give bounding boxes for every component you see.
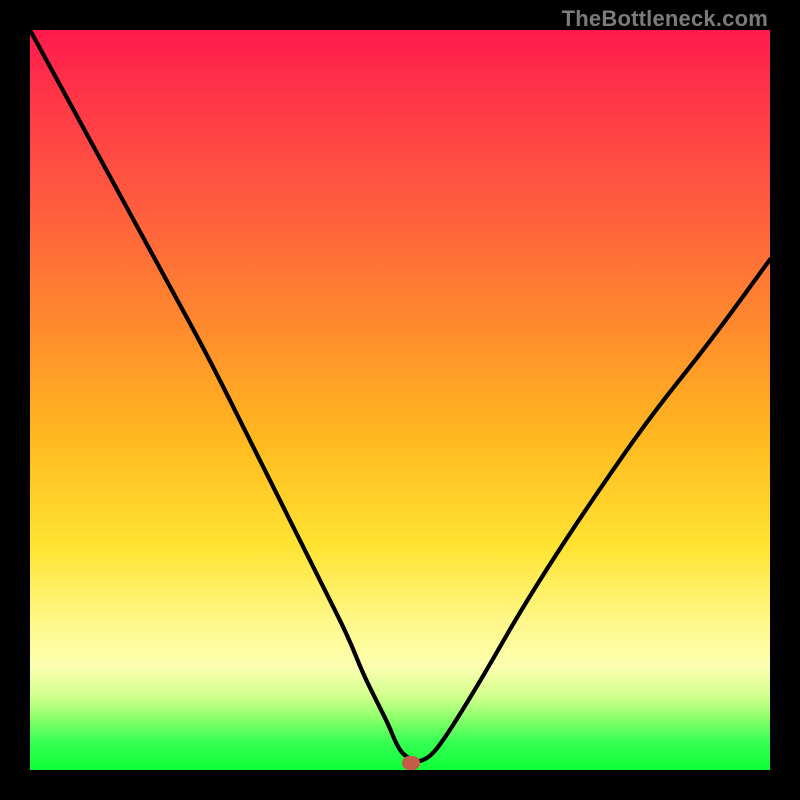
chart-curve [30, 30, 770, 770]
chart-frame: TheBottleneck.com [0, 0, 800, 800]
watermark-text: TheBottleneck.com [562, 6, 768, 32]
bottleneck-curve-path [30, 30, 770, 761]
optimal-point-marker [402, 756, 420, 770]
